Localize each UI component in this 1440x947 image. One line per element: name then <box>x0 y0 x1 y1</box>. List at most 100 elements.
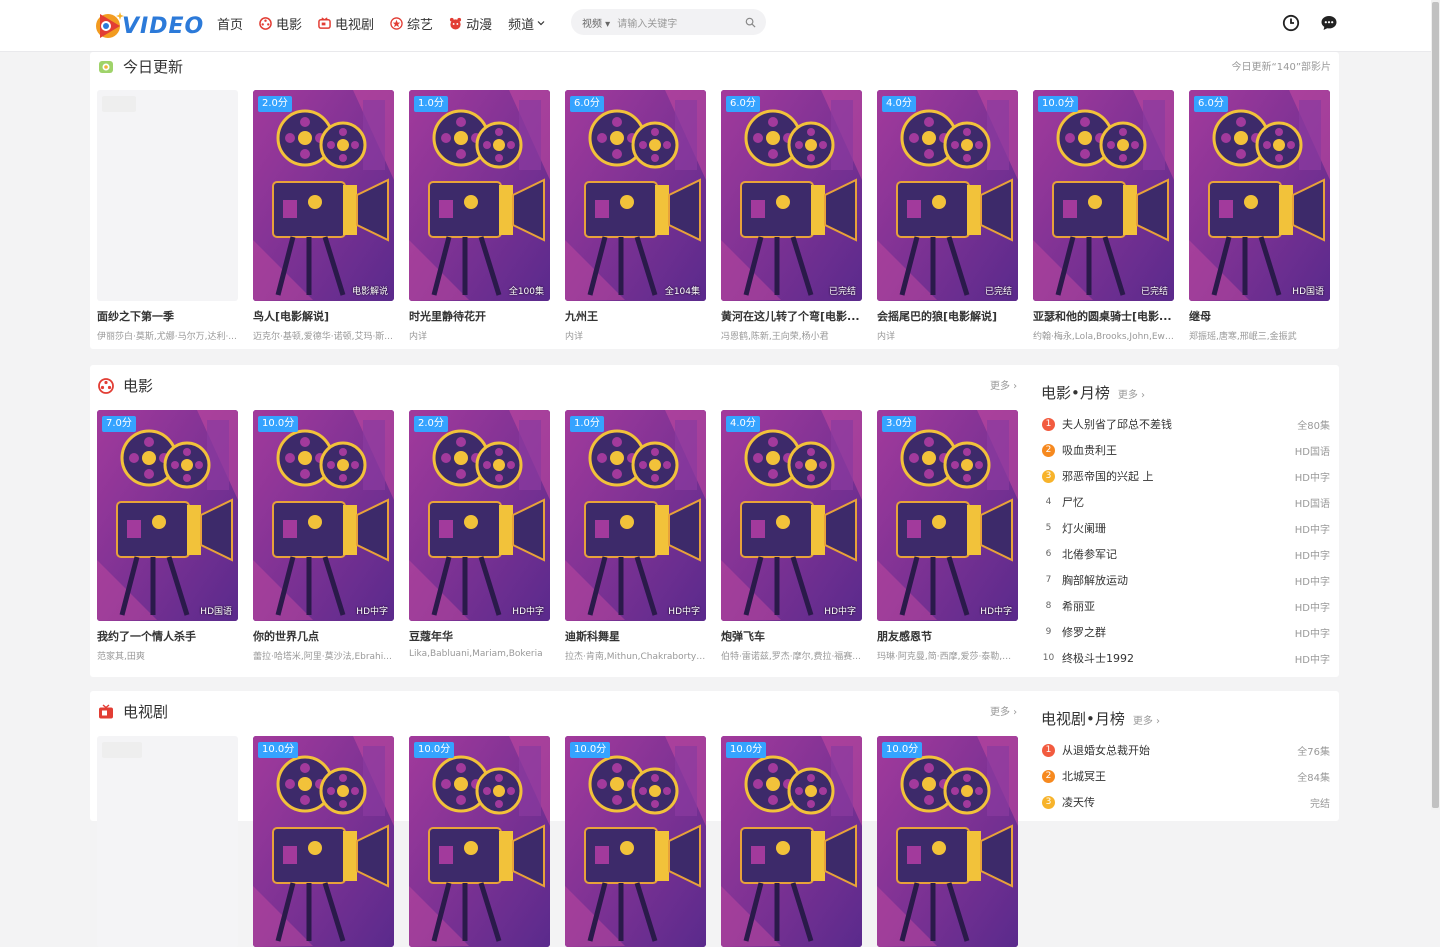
movies-more-link[interactable]: 更多 › <box>990 377 1017 392</box>
video-poster[interactable]: 10.0分 <box>565 736 706 947</box>
video-card[interactable]: 1.0分 全100集 时光里静待花开 内详 <box>409 90 550 342</box>
video-card[interactable]: 2.0分 HD中字 豆蔻年华 Lika,Babluani,Mariam,Bokeria <box>409 410 550 659</box>
video-poster[interactable]: 10.0分 已完结 <box>1033 90 1174 301</box>
rank-item[interactable]: 7 胸部解放运动 HD中字 <box>1041 567 1331 593</box>
video-title[interactable]: 朋友感恩节 <box>877 628 1018 644</box>
rank-item[interactable]: 2 吸血贵利王 HD国语 <box>1041 437 1331 463</box>
video-poster[interactable]: 10.0分 HD中字 <box>253 410 394 621</box>
rank-number: 1 <box>1042 417 1055 431</box>
rank-video-name[interactable]: 北城冥王 <box>1062 768 1290 784</box>
video-card[interactable]: 10.0分 <box>565 736 706 947</box>
nav-item-tv[interactable]: 电视剧 <box>318 14 374 33</box>
rank-item[interactable]: 6 北倦参军记 HD中字 <box>1041 541 1331 567</box>
video-poster[interactable]: 6.0分 HD国语 <box>1189 90 1330 301</box>
rank-item[interactable]: 2 北城冥王 全84集 <box>1041 763 1331 789</box>
video-card[interactable]: 10.0分 <box>409 736 550 947</box>
video-card[interactable]: 4.0分 HD中字 炮弹飞车 伯特·雷诺兹,罗杰·摩尔,费拉·福赛... <box>721 410 862 662</box>
video-title[interactable]: 黄河在这儿转了个弯[电影... <box>721 308 862 324</box>
video-card[interactable]: 1.0分 HD中字 迪斯科舞星 拉杰·肯南,Mithun,Chakraborty,..… <box>565 410 706 662</box>
rank-video-name[interactable]: 吸血贵利王 <box>1062 442 1290 458</box>
nav-item-movies[interactable]: 电影 <box>259 14 302 33</box>
search-icon[interactable] <box>745 17 756 28</box>
nav-item-channels[interactable]: 频道 <box>508 14 545 33</box>
video-card[interactable]: 6.0分 全104集 九州王 内详 <box>565 90 706 342</box>
video-poster[interactable]: 10.0分 <box>409 736 550 947</box>
video-poster[interactable]: 2.0分 电影解说 <box>253 90 394 301</box>
video-card[interactable]: 3.0分 HD中字 朋友感恩节 玛琳·阿克曼,简·西摩,爱莎·泰勒,瑞... <box>877 410 1018 662</box>
video-poster[interactable]: 7.0分 <box>97 90 238 301</box>
video-card[interactable]: 10.0分 <box>97 736 238 947</box>
video-poster[interactable]: 1.0分 全100集 <box>409 90 550 301</box>
scrollbar-thumb[interactable] <box>1432 2 1439 808</box>
rank-item[interactable]: 3 邪恶帝国的兴起 上 HD中字 <box>1041 463 1331 489</box>
video-card[interactable]: 10.0分 <box>877 736 1018 947</box>
search-category-select[interactable]: 视频 ▾ <box>582 15 610 30</box>
video-card[interactable]: 6.0分 HD国语 继母 郑振瑶,唐寒,邢岷三,金振武 <box>1189 90 1330 342</box>
video-poster[interactable]: 4.0分 已完结 <box>877 90 1018 301</box>
video-card[interactable]: 6.0分 已完结 黄河在这儿转了个弯[电影... 冯恩鹤,陈新,王向荣,杨小君 <box>721 90 862 342</box>
video-title[interactable]: 面纱之下第一季 <box>97 308 238 324</box>
rank-item[interactable]: 9 修罗之群 HD中字 <box>1041 619 1331 645</box>
rank-item[interactable]: 4 尸忆 HD国语 <box>1041 489 1331 515</box>
rank-more-link[interactable]: 更多 › <box>1118 386 1145 401</box>
video-card[interactable]: 7.0分 HD国语 我约了一个情人杀手 范家其,田爽 <box>97 410 238 662</box>
rank-item[interactable]: 1 从退婚女总裁开始 全76集 <box>1041 737 1331 763</box>
rank-item[interactable]: 1 夫人别省了邱总不差钱 全80集 <box>1041 411 1331 437</box>
rank-item[interactable]: 10 终极斗士1992 HD中字 <box>1041 645 1331 671</box>
rank-video-name[interactable]: 灯火阑珊 <box>1062 520 1290 536</box>
video-title[interactable]: 我约了一个情人杀手 <box>97 628 238 644</box>
video-title[interactable]: 炮弹飞车 <box>721 628 862 644</box>
rank-video-name[interactable]: 尸忆 <box>1062 494 1290 510</box>
history-clock-icon[interactable] <box>1282 14 1300 32</box>
video-title[interactable]: 继母 <box>1189 308 1330 324</box>
rank-video-name[interactable]: 胸部解放运动 <box>1062 572 1290 588</box>
tv-more-link[interactable]: 更多 › <box>990 703 1017 718</box>
video-title[interactable]: 时光里静待花开 <box>409 308 550 324</box>
rank-video-name[interactable]: 修罗之群 <box>1062 624 1290 640</box>
video-poster[interactable]: 3.0分 HD中字 <box>877 410 1018 621</box>
rank-video-name[interactable]: 从退婚女总裁开始 <box>1062 742 1290 758</box>
rank-more-link[interactable]: 更多 › <box>1133 712 1160 727</box>
video-title[interactable]: 九州王 <box>565 308 706 324</box>
site-logo[interactable]: VIDEO <box>94 6 203 46</box>
rank-video-name[interactable]: 凌天传 <box>1062 794 1290 810</box>
video-poster[interactable]: 1.0分 HD中字 <box>565 410 706 621</box>
rank-video-name[interactable]: 北倦参军记 <box>1062 546 1290 562</box>
video-title[interactable]: 亚瑟和他的圆桌骑士[电影... <box>1033 308 1174 324</box>
rank-video-name[interactable]: 终极斗士1992 <box>1062 650 1290 666</box>
nav-item-variety[interactable]: 综艺 <box>390 14 433 33</box>
video-title[interactable]: 豆蔻年华 <box>409 628 550 644</box>
rank-item[interactable]: 3 凌天传 完结 <box>1041 789 1331 815</box>
video-poster[interactable]: 6.0分 已完结 <box>721 90 862 301</box>
nav-item-anime[interactable]: 动漫 <box>449 14 492 33</box>
rank-video-name[interactable]: 邪恶帝国的兴起 上 <box>1062 468 1290 484</box>
search-input[interactable]: 请输入关键字 <box>617 15 745 30</box>
video-poster[interactable]: 10.0分 <box>721 736 862 947</box>
message-bubble-icon[interactable] <box>1320 14 1338 32</box>
video-poster[interactable]: 7.0分 HD国语 <box>97 410 238 621</box>
video-title[interactable]: 会摇尾巴的狼[电影解说] <box>877 308 1018 324</box>
search-bar[interactable]: 视频 ▾ 请输入关键字 <box>571 9 766 35</box>
video-poster[interactable]: 6.0分 全104集 <box>565 90 706 301</box>
video-card[interactable]: 10.0分 <box>721 736 862 947</box>
video-card[interactable]: 2.0分 电影解说 鸟人[电影解说] 迈克尔·基顿,爱德华·诺顿,艾玛·斯... <box>253 90 394 342</box>
video-poster[interactable]: 10.0分 <box>97 736 238 947</box>
video-poster[interactable]: 4.0分 HD中字 <box>721 410 862 621</box>
video-card[interactable]: 10.0分 HD中字 你的世界几点 蕾拉·哈塔米,阿里·莫沙法,Ebrahi... <box>253 410 394 662</box>
rank-item[interactable]: 5 灯火阑珊 HD中字 <box>1041 515 1331 541</box>
rank-video-name[interactable]: 夫人别省了邱总不差钱 <box>1062 416 1290 432</box>
video-poster[interactable]: 2.0分 HD中字 <box>409 410 550 621</box>
video-title[interactable]: 你的世界几点 <box>253 628 394 644</box>
video-poster[interactable]: 10.0分 <box>877 736 1018 947</box>
video-card[interactable]: 10.0分 <box>253 736 394 947</box>
video-card[interactable]: 4.0分 已完结 会摇尾巴的狼[电影解说] 内详 <box>877 90 1018 342</box>
rank-video-name[interactable]: 希丽亚 <box>1062 598 1290 614</box>
video-title[interactable]: 迪斯科舞星 <box>565 628 706 644</box>
rank-item[interactable]: 8 希丽亚 HD中字 <box>1041 593 1331 619</box>
video-poster[interactable]: 10.0分 <box>253 736 394 947</box>
video-card[interactable]: 10.0分 已完结 亚瑟和他的圆桌骑士[电影... 约翰·梅永,Lola,Brooks… <box>1033 90 1174 342</box>
nav-item-home[interactable]: 首页 <box>217 14 243 33</box>
video-title[interactable]: 鸟人[电影解说] <box>253 308 394 324</box>
video-card[interactable]: 7.0分 面纱之下第一季 伊丽莎白·莫斯,尤娜·马尔万,达利·... <box>97 90 238 342</box>
page-scrollbar[interactable] <box>1431 0 1440 810</box>
